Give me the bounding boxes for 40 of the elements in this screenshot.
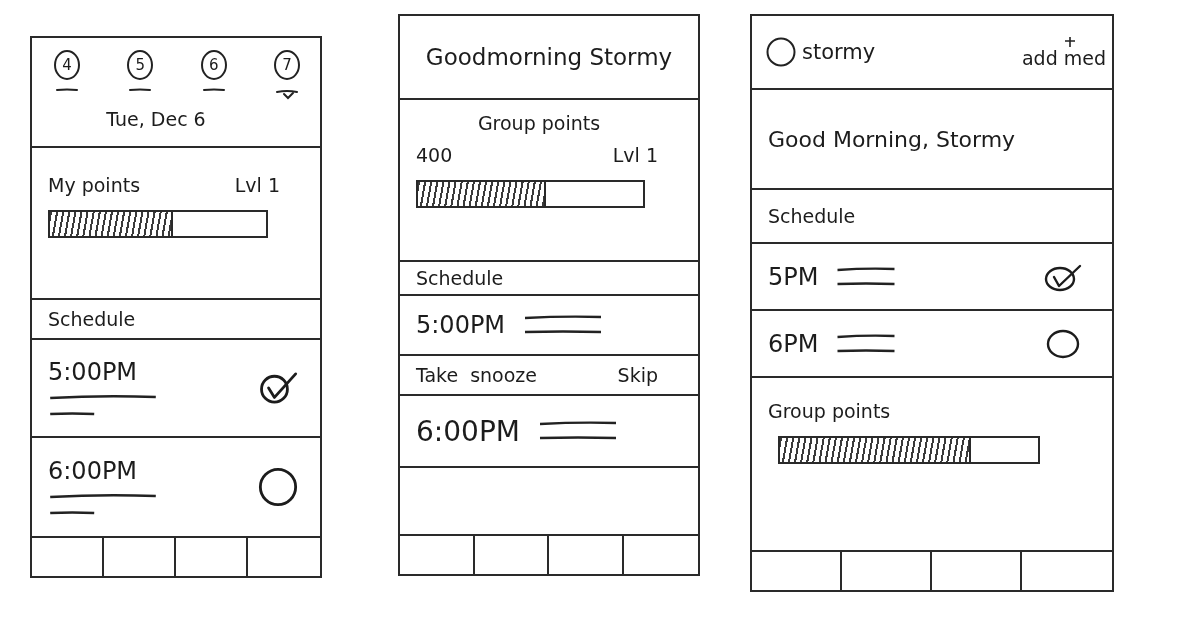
action-button[interactable]: snooze: [470, 364, 537, 386]
dose-time: 5:00PM: [48, 358, 139, 386]
tab-bar[interactable]: [400, 534, 698, 574]
points-title: My points: [48, 174, 141, 196]
points-value: 400: [416, 144, 453, 166]
text-lines-icon: [836, 266, 897, 287]
user-name: stormy: [802, 40, 876, 64]
dose-time: 5:00PM: [416, 311, 506, 339]
text-lines-icon: [48, 493, 158, 517]
day-button[interactable]: 6: [200, 50, 227, 80]
checkbox[interactable]: [258, 467, 298, 507]
dose-time: 6:00PM: [48, 457, 139, 485]
text-lines-icon: [836, 333, 897, 354]
plus-icon: [1064, 35, 1076, 48]
points-title: Group points: [477, 112, 601, 134]
greeting-text: Good Morning, Stormy: [768, 126, 1016, 152]
add-med-button[interactable]: add med: [1021, 35, 1106, 69]
dose-time: 5PM: [768, 262, 819, 291]
points-title: Group points: [768, 400, 891, 422]
action-button[interactable]: Skip: [617, 364, 658, 386]
section-heading: Schedule: [768, 205, 856, 227]
day-button[interactable]: 5: [127, 50, 154, 80]
action-button[interactable]: Take: [416, 364, 459, 386]
avatar-icon: [766, 37, 796, 67]
dose-time: 6PM: [768, 329, 819, 358]
tab-bar[interactable]: [752, 550, 1112, 590]
section-heading: Schedule: [416, 267, 504, 289]
date-label: Tue, Dec 6: [106, 108, 206, 130]
greeting-text: Goodmorning Stormy: [425, 44, 673, 70]
level-label: Lvl 1: [612, 144, 658, 166]
text-lines-icon: [537, 421, 618, 441]
text-lines-icon: [523, 315, 604, 335]
section-heading: Schedule: [48, 308, 136, 330]
dose-time: 6:00PM: [416, 414, 520, 448]
text-lines-icon: [48, 394, 158, 418]
level-label: Lvl 1: [234, 174, 280, 196]
day-button[interactable]: 4: [54, 50, 80, 80]
checkbox[interactable]: [1044, 328, 1082, 359]
tab-bar[interactable]: [32, 536, 320, 576]
day-button[interactable]: 7: [274, 50, 300, 80]
